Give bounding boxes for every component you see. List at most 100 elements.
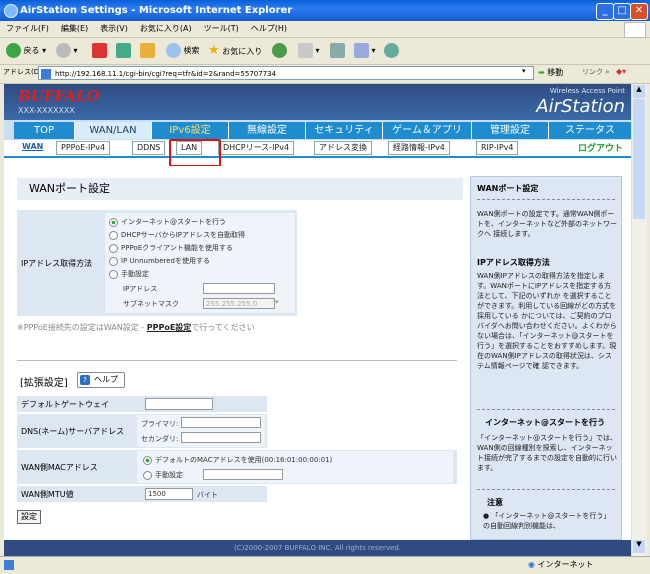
home-button[interactable] (140, 42, 155, 60)
dns-primary-input[interactable] (181, 417, 261, 428)
history-button[interactable] (272, 42, 287, 60)
tab-ipv6[interactable]: IPv6設定 (152, 122, 229, 139)
main-tabs: TOP WAN/LAN IPv6設定 無線設定 セキュリティ ゲーム＆アプリ 管… (4, 120, 631, 140)
subtab-wan[interactable]: WAN (18, 141, 48, 153)
subtab-rip[interactable]: RIP-IPv4 (476, 141, 519, 155)
back-button[interactable]: 戻る ▾ (6, 42, 46, 60)
pppoe-settings-link[interactable]: PPPoE設定 (147, 323, 192, 332)
help-button[interactable]: ? ヘルプ (77, 372, 125, 388)
tab-admin[interactable]: 管理設定 (472, 122, 549, 139)
ip-method-options: インターネット@スタートを行う DHCPサーバからIPアドレスを自動取得 PPP… (105, 213, 295, 313)
radio[interactable] (109, 256, 118, 266)
gateway-label: デフォルトゲートウェイ (21, 400, 109, 409)
gateway-input[interactable] (145, 398, 213, 410)
ip-method-table: IPアドレス取得方法 インターネット@スタートを行う DHCPサーバからIPアド… (17, 210, 297, 316)
dns-label: DNS(ネーム)サーバアドレス (21, 427, 125, 436)
minimize-button[interactable]: _ (596, 3, 614, 20)
scroll-up-icon[interactable]: ▲ (633, 85, 645, 98)
chevron-down-icon[interactable]: ▾ (275, 298, 279, 306)
tab-security[interactable]: セキュリティ (306, 122, 383, 139)
scroll-thumb[interactable] (633, 99, 645, 219)
mac-manual-input[interactable] (203, 469, 283, 480)
divider (17, 360, 457, 361)
vertical-scrollbar[interactable]: ▲ ▼ (631, 84, 647, 556)
tab-wan-lan[interactable]: WAN/LAN (75, 122, 152, 139)
star-icon: ★ (208, 43, 220, 58)
menu-favorites[interactable]: お気に入り(A) (134, 21, 198, 37)
window-title: AirStation Settings - Microsoft Internet… (20, 5, 293, 16)
subtab-dhcp[interactable]: DHCPリース-IPv4 (218, 141, 295, 155)
search-button[interactable]: 検索 (166, 42, 200, 60)
toolbar-extra-icon[interactable]: ◆▾ (616, 67, 626, 76)
buffalo-logo: BUFFALO (18, 87, 100, 105)
help-text-internet-start: 「インターネット@スタートを行う」では、WAN側の回線種別を探索し、インターネッ… (477, 434, 617, 472)
main-content: WANポート設定 IPアドレス取得方法 インターネット@スタートを行う DHCP… (14, 166, 466, 556)
menu-tools[interactable]: ツール(T) (198, 21, 245, 37)
mtu-label: WAN側MTU値 (21, 490, 74, 499)
forward-button[interactable]: ▾ (56, 42, 78, 60)
zone-indicator: ◉ インターネット (528, 560, 594, 569)
ip-option-manual[interactable]: 手動設定 (109, 269, 149, 279)
ip-option-dhcp[interactable]: DHCPサーバからIPアドレスを自動取得 (109, 230, 245, 240)
airstation-brand: AirStation (536, 96, 625, 117)
subtab-route[interactable]: 経路情報-IPv4 (388, 141, 450, 155)
logout-link[interactable]: ログアウト (578, 141, 623, 154)
links-button[interactable]: リンク » (582, 67, 610, 77)
address-label: アドレス(D) (3, 68, 42, 76)
windows-flag-icon (624, 22, 646, 38)
close-button[interactable]: ✕ (630, 3, 648, 20)
edit-button[interactable]: ▾ (354, 42, 376, 60)
favorites-button[interactable]: ★ お気に入り (208, 42, 262, 60)
address-input[interactable]: http://192.168.11.1/cgi-bin/cgi?req=tfr&… (38, 66, 534, 80)
address-dropdown-icon[interactable]: ▾ (522, 67, 526, 75)
stop-icon (92, 43, 107, 58)
menu-file[interactable]: ファイル(F) (0, 21, 55, 37)
mtu-input[interactable]: 1500 (145, 488, 193, 500)
mtu-unit: バイト (197, 491, 218, 499)
stop-button[interactable] (92, 42, 107, 60)
tab-game-app[interactable]: ゲーム＆アプリ (383, 122, 472, 139)
help-heading-caution: 注意 (487, 498, 503, 507)
ip-option-unnumbered[interactable]: IP Unnumberedを使用する (109, 256, 210, 266)
mac-default-option[interactable]: デフォルトのMACアドレスを使用(00:16:01:00:00:01) (143, 455, 332, 465)
radio[interactable] (109, 269, 118, 279)
radio-selected[interactable] (143, 455, 152, 465)
search-icon (166, 43, 181, 58)
mail-button[interactable]: ▾ (298, 42, 320, 60)
status-bar: ◉ インターネット (0, 556, 650, 574)
forward-arrow-icon (56, 43, 71, 58)
subtab-ddns[interactable]: DDNS (132, 141, 166, 155)
dns-secondary-input[interactable] (181, 432, 261, 443)
menu-view[interactable]: 表示(V) (94, 21, 134, 37)
maximize-button[interactable]: □ (613, 3, 631, 20)
print-button[interactable] (330, 42, 345, 60)
menu-edit[interactable]: 編集(E) (55, 21, 94, 37)
tab-wireless[interactable]: 無線設定 (229, 122, 306, 139)
radio[interactable] (109, 243, 118, 253)
history-icon (272, 43, 287, 58)
radio-selected[interactable] (109, 217, 118, 227)
model-name: XXX-XXXXXXX (18, 106, 75, 115)
ip-option-pppoe[interactable]: PPPoEクライアント機能を使用する (109, 243, 233, 253)
scroll-down-icon[interactable]: ▼ (633, 540, 645, 553)
tab-status[interactable]: ステータス (549, 122, 631, 139)
print-icon (330, 43, 345, 58)
subnet-select[interactable]: 255.255.255.0 (203, 298, 275, 309)
ip-address-input[interactable] (203, 283, 275, 294)
mac-manual-option[interactable]: 手動設定 (143, 470, 183, 480)
home-icon (140, 43, 155, 58)
ip-option-internet-start[interactable]: インターネット@スタートを行う (109, 217, 226, 227)
go-button[interactable]: ➡ 移動 (538, 67, 563, 78)
refresh-button[interactable] (116, 42, 131, 60)
tab-top[interactable]: TOP (14, 122, 75, 139)
help-text-ip-method: WAN側IPアドレスの取得方法を指定します。WANポートにIPアドレスを指定する… (477, 272, 617, 370)
title-bar: AirStation Settings - Microsoft Internet… (0, 0, 650, 21)
subtab-nat[interactable]: アドレス変換 (314, 141, 372, 155)
page-header: BUFFALO XXX-XXXXXXX Wireless Access Poin… (4, 84, 631, 120)
radio[interactable] (143, 470, 152, 480)
subtab-pppoe[interactable]: PPPoE-IPv4 (56, 141, 111, 155)
radio[interactable] (109, 230, 118, 240)
save-button[interactable]: 設定 (17, 510, 41, 524)
messenger-button[interactable] (384, 42, 399, 60)
menu-help[interactable]: ヘルプ(H) (245, 21, 293, 37)
